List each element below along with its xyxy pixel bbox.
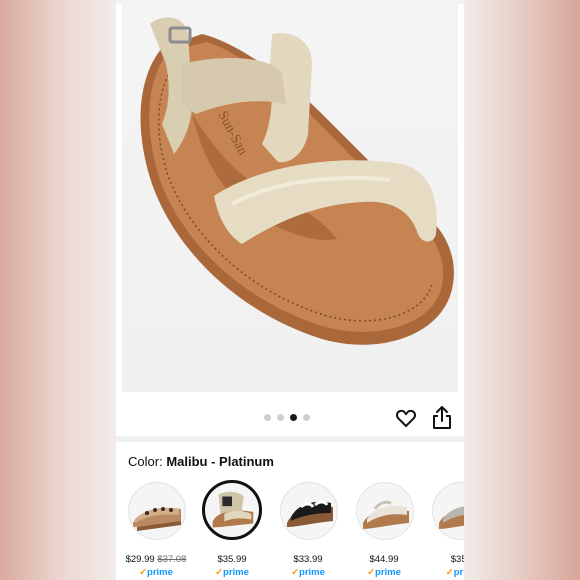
swatch-price: $33.99 [268,554,348,565]
swatch-price: $44.99 [344,554,424,565]
pager-dot[interactable] [264,413,271,421]
swatch-thumbnail [432,482,464,540]
sale-price: $33.99 [293,554,323,565]
sale-price: $29.99 [125,554,155,565]
prime-label: prime [299,567,325,578]
prime-badge: ✓prime [291,567,325,578]
sale-price: $44.99 [369,554,399,565]
color-label-prefix: Color: [128,454,163,469]
pager-dot-active[interactable] [290,413,297,421]
swatch-thumbnail [128,482,186,540]
image-pager[interactable] [264,412,310,422]
prime-badge: ✓prime [367,567,401,578]
color-value: Malibu - Platinum [166,454,274,469]
color-swatch-gray[interactable]: $35. ✓prim [420,478,464,580]
prime-label: prim [453,567,464,578]
color-swatch-silver[interactable]: $44.99 ✓prime [344,478,420,580]
swatch-thumbnail [280,482,338,540]
swatch-thumbnail [202,480,262,540]
pager-dot[interactable] [303,413,310,421]
sandal-illustration: Sun-San [140,17,454,345]
heart-outline-icon[interactable] [394,406,418,430]
sale-price: $35. [450,554,464,565]
color-swatch-carousel[interactable]: $29.99 $37.08 ✓prime $35.99 ✓prime $33.9… [116,478,464,580]
prime-label: prime [147,567,173,578]
sale-price: $35.99 [217,554,247,565]
swatch-thumbnail [356,482,414,540]
swatch-price: $35.99 [192,554,272,565]
product-image[interactable]: Sun-San [122,4,458,392]
prime-label: prime [223,567,249,578]
product-page: Sun-San Color: Malibu - Platinum $29.99 … [116,0,464,580]
swatch-price: $35. [420,554,464,565]
swatch-price: $29.99 $37.08 [116,554,196,565]
list-price: $37.08 [157,554,187,565]
share-icon[interactable] [430,405,454,431]
color-swatch-black[interactable]: $33.99 ✓prime [268,478,344,580]
prime-label: prime [375,567,401,578]
pager-dot[interactable] [277,413,284,421]
section-divider [116,436,464,442]
color-swatch-gold-selected[interactable]: $35.99 ✓prime [192,478,268,580]
color-selection-label: Color: Malibu - Platinum [128,454,274,469]
prime-badge: ✓prim [420,567,464,578]
prime-badge: ✓prime [139,567,173,578]
prime-badge: ✓prime [215,567,249,578]
color-swatch-leopard[interactable]: $29.99 $37.08 ✓prime [116,478,192,580]
